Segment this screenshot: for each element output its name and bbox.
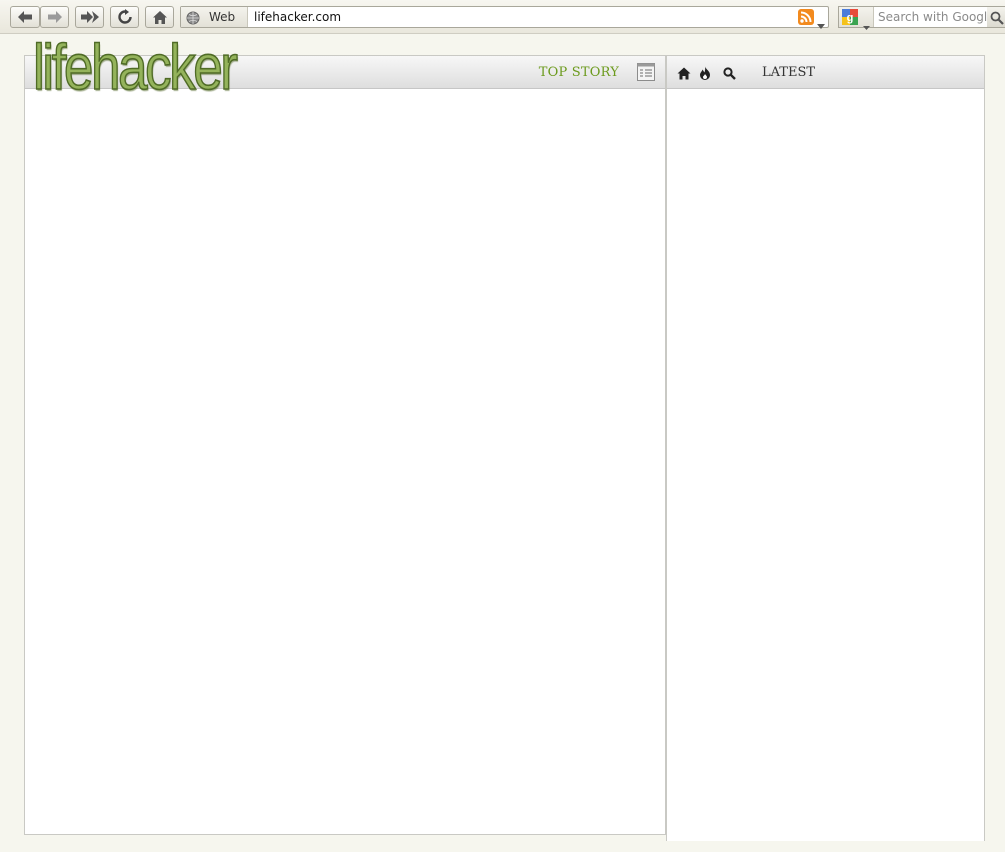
page-content: TOP STORY LATEST (24, 55, 985, 841)
fire-icon[interactable] (699, 65, 711, 84)
rss-icon[interactable] (798, 9, 814, 29)
google-icon: g (842, 9, 858, 29)
globe-icon (186, 10, 200, 29)
back-arrow-icon (17, 10, 33, 24)
latest-tab[interactable]: LATEST (762, 65, 815, 80)
home-icon (152, 10, 168, 25)
home-icon[interactable] (677, 65, 691, 84)
svg-text:g: g (847, 12, 854, 24)
fast-forward-button[interactable] (75, 6, 104, 28)
side-header: LATEST (667, 56, 984, 89)
forward-button[interactable] (40, 6, 69, 28)
side-panel: LATEST (666, 55, 985, 841)
search-input[interactable]: Search with Google (878, 10, 995, 24)
url-label: Web (209, 10, 236, 24)
site-identity-button[interactable]: Web (181, 7, 248, 27)
fast-forward-icon (80, 10, 100, 24)
reload-icon (117, 9, 133, 25)
search-bar[interactable]: g Search with Google (838, 6, 1005, 30)
reload-button[interactable] (110, 6, 139, 28)
url-text[interactable]: lifehacker.com (254, 10, 341, 24)
top-story-link[interactable]: TOP STORY (539, 65, 619, 80)
home-button[interactable] (145, 6, 174, 28)
url-dropdown-icon[interactable] (817, 14, 825, 33)
search-icon[interactable] (723, 65, 736, 84)
magnifier-icon (990, 10, 1004, 29)
main-panel: TOP STORY (24, 55, 666, 835)
search-go-button[interactable] (987, 7, 1005, 27)
search-engine-dropdown-icon (863, 15, 870, 34)
list-view-icon[interactable] (637, 63, 655, 85)
browser-toolbar: Web lifehacker.com g Search with Google (0, 0, 1005, 34)
forward-arrow-icon (47, 10, 63, 24)
address-bar[interactable]: Web lifehacker.com (180, 6, 829, 29)
back-button[interactable] (10, 6, 40, 28)
search-engine-button[interactable]: g (839, 7, 874, 30)
site-logo[interactable]: lifehacker (32, 30, 238, 104)
